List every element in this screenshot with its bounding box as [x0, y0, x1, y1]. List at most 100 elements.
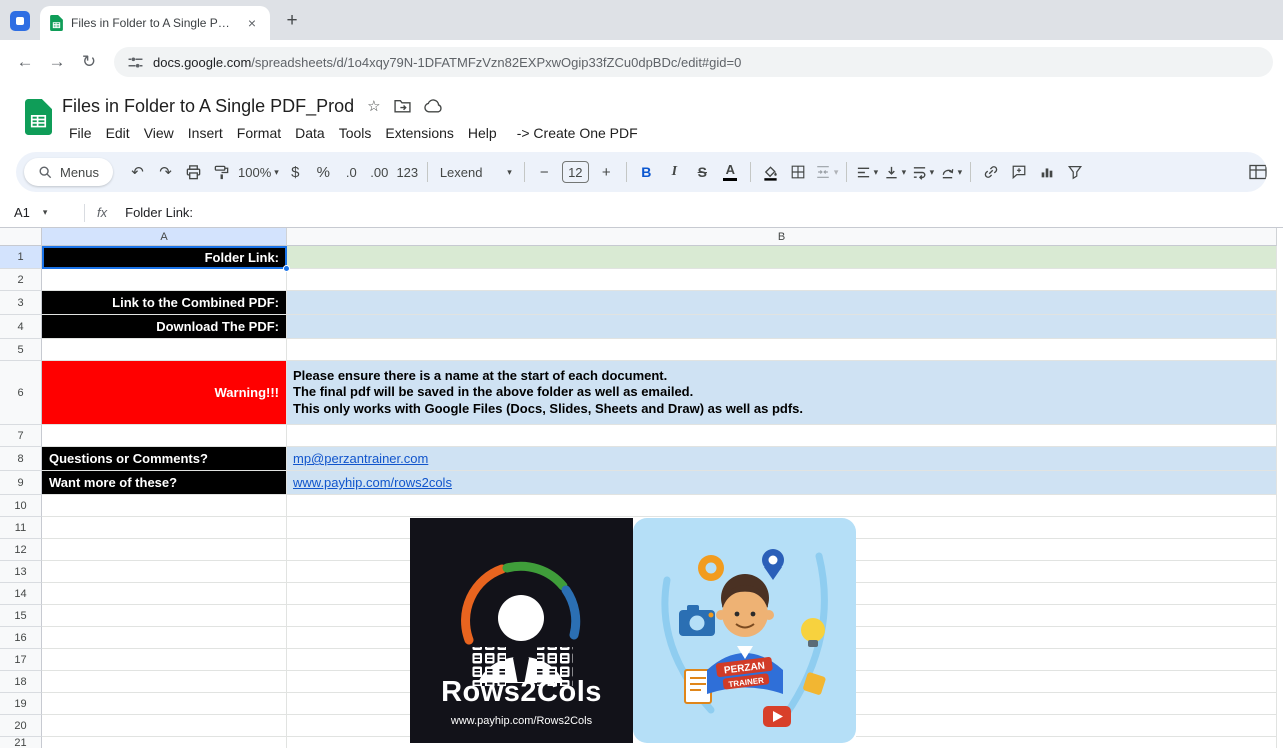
cell-B1[interactable] — [287, 246, 1277, 269]
row-header-15[interactable]: 15 — [0, 605, 42, 627]
cell-A2[interactable] — [42, 269, 287, 291]
cell-A14[interactable] — [42, 583, 287, 605]
text-wrap-button[interactable]: ▾ — [909, 159, 936, 186]
forward-button[interactable]: → — [42, 47, 72, 77]
menu-extensions[interactable]: Extensions — [378, 122, 460, 144]
cell-A21[interactable] — [42, 737, 287, 748]
search-menus-button[interactable]: Menus — [24, 158, 114, 186]
menu-edit[interactable]: Edit — [99, 122, 137, 144]
document-title[interactable]: Files in Folder to A Single PDF_Prod — [62, 96, 354, 117]
cell-A15[interactable] — [42, 605, 287, 627]
bold-button[interactable]: B — [633, 159, 660, 186]
increase-decimal-button[interactable]: .00 — [366, 159, 393, 186]
number-format-button[interactable]: 123 — [394, 159, 421, 186]
cell-A10[interactable] — [42, 495, 287, 517]
cell-A19[interactable] — [42, 693, 287, 715]
rows2cols-logo-image[interactable]: Rows2Cols www.payhip.com/Rows2Cols — [410, 518, 633, 743]
menu-help[interactable]: Help — [461, 122, 504, 144]
insert-link-button[interactable] — [977, 159, 1004, 186]
url-text[interactable]: docs.google.com/spreadsheets/d/1o4xqy79N… — [153, 55, 741, 70]
reload-button[interactable]: ↻ — [74, 47, 104, 77]
column-header-A[interactable]: A — [42, 228, 287, 246]
row-header-18[interactable]: 18 — [0, 671, 42, 693]
site-settings-icon[interactable] — [128, 55, 143, 70]
formula-input[interactable]: Folder Link: — [125, 205, 193, 220]
insert-comment-button[interactable] — [1005, 159, 1032, 186]
row-header-17[interactable]: 17 — [0, 649, 42, 671]
cell-A7[interactable] — [42, 425, 287, 447]
fill-color-button[interactable] — [757, 159, 784, 186]
star-icon[interactable]: ☆ — [367, 97, 380, 115]
address-bar[interactable]: docs.google.com/spreadsheets/d/1o4xqy79N… — [114, 47, 1273, 77]
cell-A13[interactable] — [42, 561, 287, 583]
create-filter-button[interactable] — [1061, 159, 1088, 186]
tab-close-icon[interactable]: × — [244, 15, 260, 31]
cell-B9[interactable]: www.payhip.com/rows2cols — [287, 471, 1277, 495]
column-header-B[interactable]: B — [287, 228, 1277, 246]
font-size-input[interactable]: 12 — [561, 161, 589, 183]
cell-A16[interactable] — [42, 627, 287, 649]
cell-A9[interactable]: Want more of these? — [42, 471, 287, 495]
cell-B5[interactable] — [287, 339, 1277, 361]
menu-view[interactable]: View — [137, 122, 181, 144]
cell-A20[interactable] — [42, 715, 287, 737]
row-header-2[interactable]: 2 — [0, 269, 42, 291]
cell-A1[interactable]: Folder Link: — [42, 246, 287, 269]
cell-A11[interactable] — [42, 517, 287, 539]
menu-file[interactable]: File — [62, 122, 99, 144]
row-header-1[interactable]: 1 — [0, 246, 42, 269]
row-header-3[interactable]: 3 — [0, 291, 42, 315]
print-button[interactable] — [180, 159, 207, 186]
cloud-status-icon[interactable] — [423, 99, 443, 113]
select-all-corner[interactable] — [0, 228, 42, 246]
cell-A5[interactable] — [42, 339, 287, 361]
increase-font-size-button[interactable]: + — [593, 159, 620, 186]
cell-A17[interactable] — [42, 649, 287, 671]
horizontal-align-button[interactable]: ▾ — [853, 159, 880, 186]
row-header-5[interactable]: 5 — [0, 339, 42, 361]
new-tab-button[interactable]: + — [278, 7, 306, 35]
strikethrough-button[interactable]: S — [689, 159, 716, 186]
cell-B6[interactable]: Please ensure there is a name at the sta… — [287, 361, 1277, 425]
menu-create-one-pdf[interactable]: -> Create One PDF — [510, 122, 645, 144]
font-select[interactable]: Lexend ▾ — [434, 159, 518, 186]
row-header-8[interactable]: 8 — [0, 447, 42, 471]
cell-A4[interactable]: Download The PDF: — [42, 315, 287, 339]
undo-button[interactable]: ↶ — [124, 159, 151, 186]
menu-data[interactable]: Data — [288, 122, 332, 144]
row-header-21[interactable]: 21 — [0, 737, 42, 748]
cell-A3[interactable]: Link to the Combined PDF: — [42, 291, 287, 315]
paint-format-button[interactable] — [208, 159, 235, 186]
vertical-align-button[interactable]: ▾ — [881, 159, 908, 186]
cell-B2[interactable] — [287, 269, 1277, 291]
cell-A8[interactable]: Questions or Comments? — [42, 447, 287, 471]
browser-app-icon[interactable] — [10, 11, 30, 31]
borders-button[interactable] — [785, 159, 812, 186]
browser-tab[interactable]: Files in Folder to A Single PDF_ × — [40, 6, 270, 40]
row-header-12[interactable]: 12 — [0, 539, 42, 561]
menu-insert[interactable]: Insert — [181, 122, 230, 144]
zoom-select[interactable]: 100% ▾ — [236, 159, 281, 186]
cell-B4[interactable] — [287, 315, 1277, 339]
text-color-button[interactable]: A — [717, 159, 744, 186]
row-header-13[interactable]: 13 — [0, 561, 42, 583]
row-header-7[interactable]: 7 — [0, 425, 42, 447]
cell-A6[interactable]: Warning!!! — [42, 361, 287, 425]
insert-chart-button[interactable] — [1033, 159, 1060, 186]
sheet-views-button[interactable] — [1244, 159, 1267, 186]
cell-B8[interactable]: mp@perzantrainer.com — [287, 447, 1277, 471]
cell-B7[interactable] — [287, 425, 1277, 447]
decrease-decimal-button[interactable]: .0 — [338, 159, 365, 186]
row-header-20[interactable]: 20 — [0, 715, 42, 737]
back-button[interactable]: ← — [10, 47, 40, 77]
cell-B3[interactable] — [287, 291, 1277, 315]
row-header-6[interactable]: 6 — [0, 361, 42, 425]
menu-tools[interactable]: Tools — [332, 122, 379, 144]
move-to-folder-icon[interactable] — [393, 99, 411, 113]
sheets-logo[interactable] — [14, 84, 62, 150]
row-header-11[interactable]: 11 — [0, 517, 42, 539]
format-percent-button[interactable]: % — [310, 159, 337, 186]
fill-handle[interactable] — [283, 265, 290, 272]
format-currency-button[interactable]: $ — [282, 159, 309, 186]
redo-button[interactable]: ↷ — [152, 159, 179, 186]
